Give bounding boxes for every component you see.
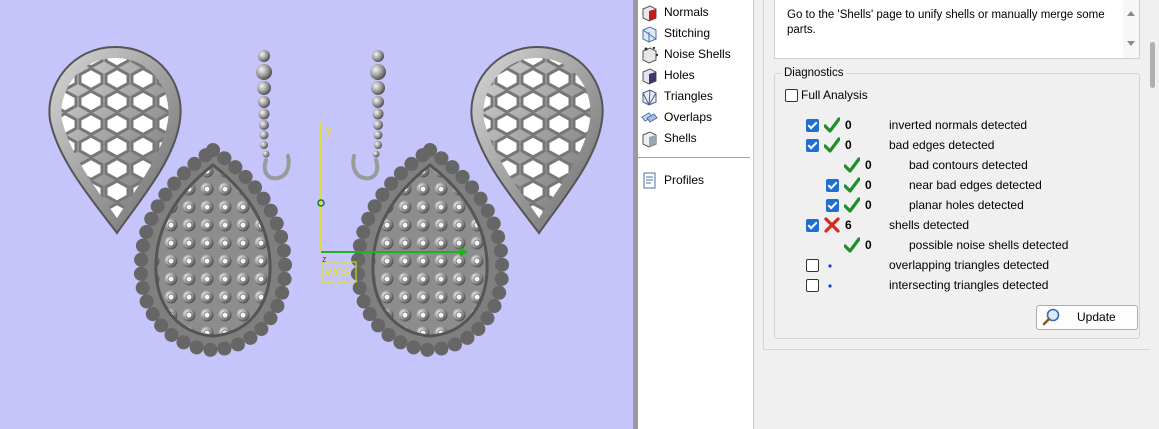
row-count: 0 [865, 198, 872, 212]
scroll-down-icon[interactable] [1127, 41, 1135, 46]
nav-item-profiles[interactable]: Profiles [640, 170, 704, 190]
check-icon [844, 237, 860, 253]
row-label: overlapping triangles detected [889, 258, 1050, 272]
row-count: 0 [845, 118, 852, 132]
row-count: 0 [845, 138, 852, 152]
filigree-earring-right [350, 141, 510, 358]
nav-item-overlaps[interactable]: Overlaps [640, 107, 712, 127]
model-render: y z WCS [48, 45, 604, 358]
nav-item-shells[interactable]: Shells [640, 128, 697, 148]
nav-item-label: Shells [664, 131, 697, 145]
profiles-icon [643, 172, 656, 188]
row-count: 6 [845, 218, 852, 232]
holes-icon [642, 67, 657, 85]
nav-item-label: Normals [664, 5, 709, 19]
message-scrollbar[interactable] [1123, 0, 1139, 58]
nav-item-label: Holes [664, 68, 695, 82]
panel-scrollbar[interactable] [1147, 0, 1159, 349]
cross-icon [824, 217, 840, 233]
nav-item-normals[interactable]: Normals [640, 2, 709, 22]
message-text: Go to the 'Shells' page to unify shells … [787, 9, 1105, 36]
navigation-panel: Normals Stitching Noise Shells Holes Tri… [638, 0, 754, 429]
scrollbar-thumb[interactable] [1150, 42, 1155, 88]
pending-dot-icon [828, 284, 832, 288]
row-count: 0 [865, 178, 872, 192]
scroll-up-icon[interactable] [1127, 11, 1135, 16]
pending-dot-icon [828, 264, 832, 268]
row-label: possible noise shells detected [909, 238, 1069, 252]
row-checkbox[interactable] [806, 139, 819, 152]
triangles-icon [642, 88, 657, 106]
nav-item-stitching[interactable]: Stitching [640, 23, 710, 43]
row-count: 0 [865, 158, 872, 172]
row-label: bad edges detected [889, 138, 995, 152]
axis-z-label: z [322, 254, 327, 264]
full-analysis-checkbox[interactable] [785, 89, 798, 102]
row-label: inverted normals detected [889, 118, 1028, 132]
stitching-icon [642, 25, 657, 43]
nav-item-label: Overlaps [664, 110, 713, 124]
nav-item-label: Triangles [664, 89, 713, 103]
check-icon [824, 137, 840, 153]
row-count: 0 [865, 238, 872, 252]
nav-item-noise-shells[interactable]: Noise Shells [640, 44, 731, 64]
full-analysis-label: Full Analysis [801, 88, 868, 102]
update-button[interactable]: Update [1036, 305, 1138, 330]
nav-item-label: Profiles [664, 173, 705, 187]
nav-item-triangles[interactable]: Triangles [640, 86, 713, 106]
row-checkbox[interactable] [806, 119, 819, 132]
overlaps-icon [641, 111, 658, 123]
check-icon [844, 177, 860, 193]
axis-y-label: y [326, 125, 332, 137]
diagnostics-title: Diagnostics [781, 67, 847, 79]
row-checkbox[interactable] [826, 179, 839, 192]
check-icon [824, 117, 840, 133]
3d-viewport[interactable]: y z WCS [0, 0, 633, 429]
panel-content: Go to the 'Shells' page to unify shells … [763, 0, 1150, 350]
nav-item-label: Stitching [664, 26, 711, 40]
check-icon [844, 157, 860, 173]
shells-icon [642, 130, 657, 148]
hook-left [256, 50, 291, 181]
nav-separator [638, 157, 750, 158]
row-checkbox[interactable] [806, 219, 819, 232]
diagnostics-panel: Go to the 'Shells' page to unify shells … [755, 0, 1159, 429]
row-checkbox[interactable] [826, 199, 839, 212]
noise-shells-icon [642, 46, 659, 64]
nav-item-holes[interactable]: Holes [640, 65, 695, 85]
row-label: shells detected [889, 218, 970, 232]
row-label: planar holes detected [909, 198, 1024, 212]
nav-item-label: Noise Shells [664, 47, 731, 61]
row-label: intersecting triangles detected [889, 278, 1049, 292]
check-icon [844, 197, 860, 213]
hook-right [351, 50, 386, 181]
filigree-earring-left [133, 141, 293, 358]
row-checkbox[interactable] [806, 279, 819, 292]
message-box: Go to the 'Shells' page to unify shells … [774, 0, 1140, 59]
magnifier-icon [1042, 308, 1060, 326]
row-checkbox[interactable] [806, 259, 819, 272]
update-label: Update [1077, 310, 1116, 324]
normals-icon [642, 4, 657, 22]
wcs-label: WCS [325, 267, 351, 279]
row-label: near bad edges detected [909, 178, 1042, 192]
row-label: bad contours detected [909, 158, 1028, 172]
